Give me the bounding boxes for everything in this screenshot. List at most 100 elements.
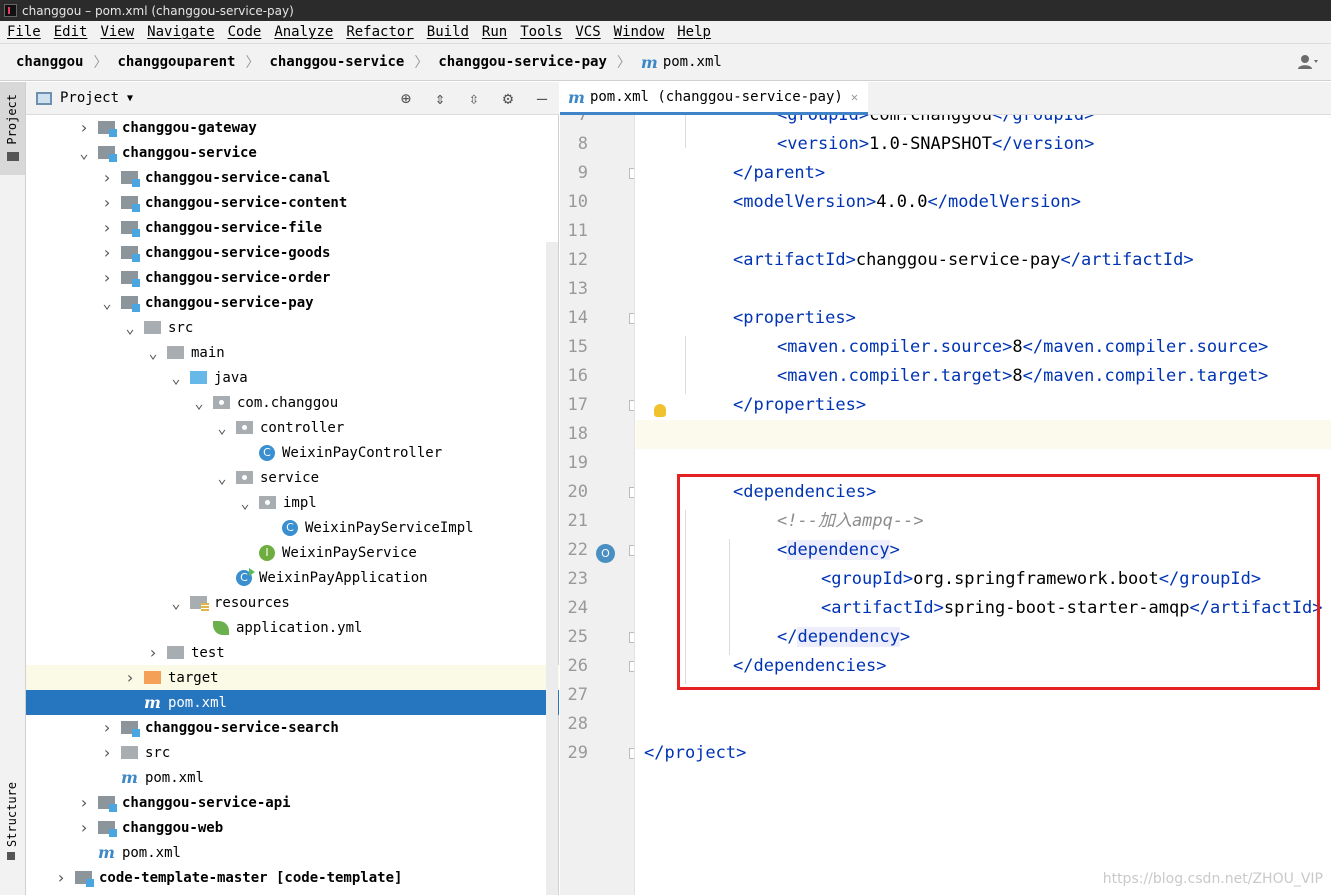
tree-row[interactable]: › changgou-service-search xyxy=(26,715,559,740)
breadcrumb-item-file[interactable]: m pom.xml xyxy=(641,53,722,72)
tree-row[interactable]: › changgou-service-canal xyxy=(26,165,559,190)
chevron-right-icon[interactable]: › xyxy=(99,243,115,262)
breadcrumb-item[interactable]: changgouparent xyxy=(117,54,235,70)
chevron-right-icon[interactable]: › xyxy=(122,668,138,687)
code-line[interactable]: <properties> xyxy=(636,304,1331,333)
menu-analyze[interactable]: Analyze xyxy=(274,24,333,40)
locate-file-icon[interactable]: ⊕ xyxy=(389,89,423,109)
collapse-all-icon[interactable]: ⇳ xyxy=(457,89,491,109)
code-line[interactable]: </project> xyxy=(636,739,1331,768)
tree-row[interactable]: C WeixinPayServiceImpl xyxy=(26,515,559,540)
code-line[interactable] xyxy=(636,420,1331,449)
breadcrumb-item[interactable]: changgou xyxy=(16,54,83,70)
chevron-down-icon[interactable]: ⌄ xyxy=(168,369,184,387)
lightbulb-icon[interactable] xyxy=(654,404,666,417)
menu-build[interactable]: Build xyxy=(427,24,469,40)
expand-all-icon[interactable]: ⇕ xyxy=(423,89,457,109)
tree-row[interactable]: › changgou-gateway xyxy=(26,115,559,140)
tree-row[interactable]: › changgou-service-content xyxy=(26,190,559,215)
chevron-right-icon[interactable]: › xyxy=(99,168,115,187)
chevron-right-icon[interactable]: › xyxy=(99,268,115,287)
chevron-down-icon[interactable]: ⌄ xyxy=(214,469,230,487)
tree-row[interactable]: ⌄ java xyxy=(26,365,559,390)
tree-row[interactable]: › test xyxy=(26,640,559,665)
tree-row[interactable]: C WeixinPayApplication xyxy=(26,565,559,590)
project-tool-tab[interactable]: Project xyxy=(0,82,25,175)
chevron-down-icon[interactable]: ⌄ xyxy=(237,494,253,512)
menu-refactor[interactable]: Refactor xyxy=(346,24,413,40)
tree-row[interactable]: ⌄ service xyxy=(26,465,559,490)
tree-row[interactable]: ⌄ impl xyxy=(26,490,559,515)
code-line[interactable]: <version>1.0-SNAPSHOT</version> xyxy=(636,130,1331,159)
tree-row[interactable]: › changgou-service-api xyxy=(26,790,559,815)
chevron-right-icon[interactable]: › xyxy=(76,818,92,837)
tree-row[interactable]: › changgou-service-order xyxy=(26,265,559,290)
code-line[interactable]: <maven.compiler.source>8</maven.compiler… xyxy=(636,333,1331,362)
menu-navigate[interactable]: Navigate xyxy=(147,24,214,40)
editor-tab-pom[interactable]: m pom.xml (changgou-service-pay) ✕ xyxy=(560,82,869,115)
user-account-icon[interactable] xyxy=(1297,54,1319,70)
chevron-down-icon[interactable]: ⌄ xyxy=(76,144,92,162)
chevron-down-icon[interactable]: ⌄ xyxy=(214,419,230,437)
tree-scrollbar[interactable] xyxy=(546,242,558,895)
tree-row[interactable]: ⌄ controller xyxy=(26,415,559,440)
code-line[interactable]: </parent> xyxy=(636,159,1331,188)
chevron-down-icon[interactable]: ⌄ xyxy=(191,394,207,412)
fold-marker-icon[interactable] xyxy=(629,400,634,411)
structure-tool-tab[interactable]: Structure xyxy=(5,782,19,847)
menu-view[interactable]: View xyxy=(100,24,134,40)
menu-tools[interactable]: Tools xyxy=(520,24,562,40)
chevron-right-icon[interactable]: › xyxy=(76,793,92,812)
tree-row[interactable]: ⌄ changgou-service xyxy=(26,140,559,165)
tree-row[interactable]: ⌄ resources xyxy=(26,590,559,615)
project-panel-title[interactable]: Project xyxy=(60,90,119,106)
menu-help[interactable]: Help xyxy=(677,24,711,40)
gear-icon[interactable]: ⚙ xyxy=(491,89,525,109)
chevron-down-icon[interactable]: ⌄ xyxy=(168,594,184,612)
tree-row[interactable]: › target xyxy=(26,665,559,690)
tree-row[interactable]: ⌄ changgou-service-pay xyxy=(26,290,559,315)
fold-marker-icon[interactable] xyxy=(629,487,634,498)
breadcrumb-item[interactable]: changgou-service xyxy=(269,54,404,70)
tree-row[interactable]: › changgou-service-file xyxy=(26,215,559,240)
fold-marker-icon[interactable] xyxy=(629,748,634,759)
code-line[interactable]: <artifactId>changgou-service-pay</artifa… xyxy=(636,246,1331,275)
code-line[interactable] xyxy=(636,217,1331,246)
menu-vcs[interactable]: VCS xyxy=(575,24,600,40)
tree-row[interactable]: › changgou-web xyxy=(26,815,559,840)
code-line[interactable]: <modelVersion>4.0.0</modelVersion> xyxy=(636,188,1331,217)
chevron-down-icon[interactable]: ⌄ xyxy=(145,344,161,362)
tree-row[interactable]: › code-template-master [code-template] xyxy=(26,865,559,890)
tree-row[interactable]: ⌄ main xyxy=(26,340,559,365)
menu-edit[interactable]: Edit xyxy=(54,24,88,40)
breadcrumb-item[interactable]: changgou-service-pay xyxy=(438,54,607,70)
chevron-right-icon[interactable]: › xyxy=(99,193,115,212)
tree-row[interactable]: ⌄ com.changgou xyxy=(26,390,559,415)
close-icon[interactable]: ✕ xyxy=(851,90,858,104)
tree-row[interactable]: application.yml xyxy=(26,615,559,640)
fold-marker-icon[interactable] xyxy=(629,661,634,672)
tree-row[interactable]: m pom.xml xyxy=(26,765,559,790)
tree-row[interactable]: › changgou-service-goods xyxy=(26,240,559,265)
chevron-right-icon[interactable]: › xyxy=(99,218,115,237)
tree-row[interactable]: › src xyxy=(26,740,559,765)
tree-row[interactable]: m pom.xml xyxy=(26,840,559,865)
code-line[interactable] xyxy=(636,710,1331,739)
fold-marker-icon[interactable] xyxy=(629,545,634,556)
fold-marker-icon[interactable] xyxy=(629,313,634,324)
chevron-down-icon[interactable]: ⌄ xyxy=(122,319,138,337)
tree-row[interactable]: m pom.xml xyxy=(26,690,559,715)
menu-window[interactable]: Window xyxy=(614,24,665,40)
code-line[interactable] xyxy=(636,275,1331,304)
hide-panel-icon[interactable]: — xyxy=(525,89,559,109)
code-line[interactable]: <maven.compiler.target>8</maven.compiler… xyxy=(636,362,1331,391)
tree-row[interactable]: C WeixinPayController xyxy=(26,440,559,465)
chevron-right-icon[interactable]: › xyxy=(99,718,115,737)
tree-row[interactable]: I WeixinPayService xyxy=(26,540,559,565)
code-line[interactable]: </properties> xyxy=(636,391,1331,420)
chevron-right-icon[interactable]: › xyxy=(145,643,161,662)
tree-row[interactable]: ⌄ src xyxy=(26,315,559,340)
chevron-right-icon[interactable]: › xyxy=(99,743,115,762)
chevron-right-icon[interactable]: › xyxy=(76,118,92,137)
menu-file[interactable]: File xyxy=(7,24,41,40)
